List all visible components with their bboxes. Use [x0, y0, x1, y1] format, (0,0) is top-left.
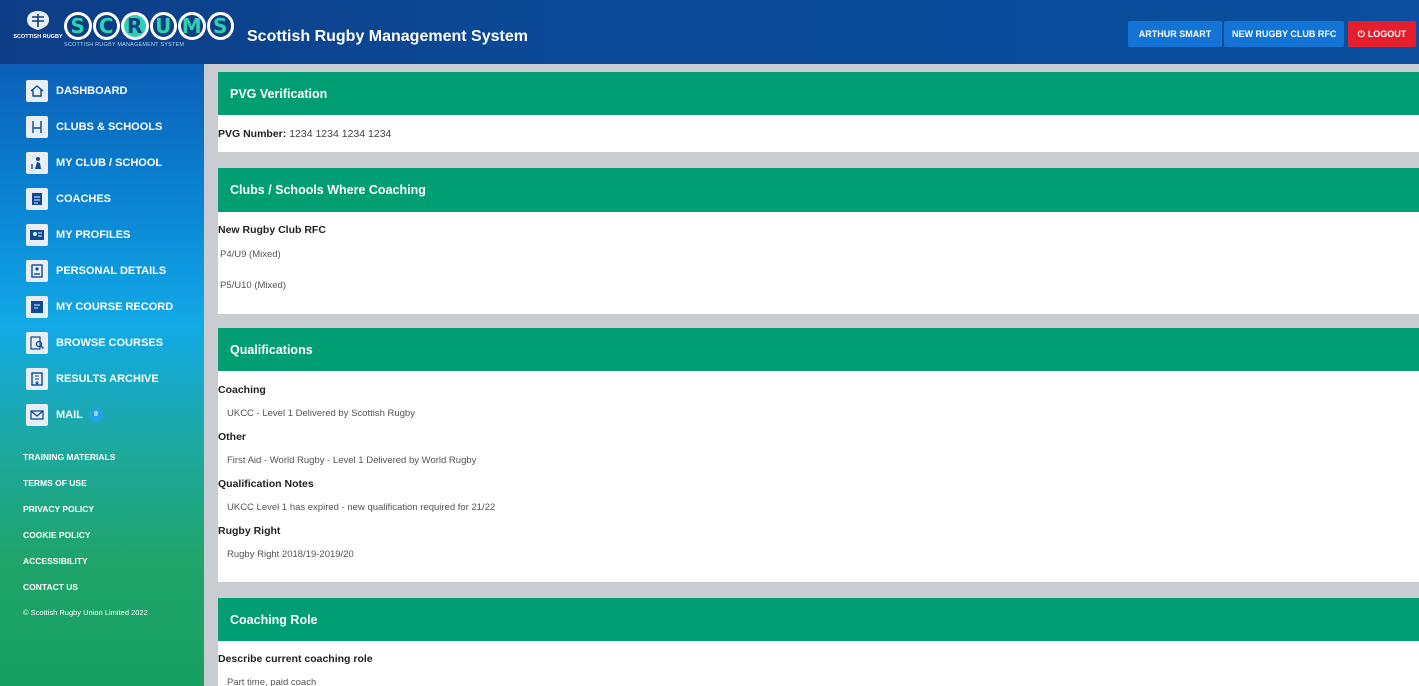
qualification-section-label: Rugby Right [218, 525, 281, 537]
logo-tagline: SCOTTISH RUGBY MANAGEMENT SYSTEM [64, 42, 185, 48]
team-item: P4/U9 (Mixed) [220, 249, 281, 260]
cookie-policy-link[interactable]: COOKIE POLICY [23, 530, 91, 540]
coaching-role-panel-title: Coaching Role [230, 612, 318, 627]
clipboard-icon [26, 188, 48, 210]
player-icon [26, 152, 48, 174]
club-name: New Rugby Club RFC [218, 224, 326, 236]
logo-letter: C [92, 12, 120, 40]
sidebar-item-label: MAIL [56, 409, 83, 421]
accessibility-link[interactable]: ACCESSIBILITY [23, 556, 88, 566]
sidebar-item-dashboard[interactable]: DASHBOARD [26, 80, 128, 102]
logo-letter: M [178, 12, 206, 40]
logo-letter: U [149, 12, 177, 40]
course-record-icon [26, 296, 48, 318]
logo-letter: R [121, 12, 149, 40]
privacy-policy-link[interactable]: PRIVACY POLICY [23, 504, 94, 514]
sidebar-item-mail[interactable]: MAIL 0 [26, 404, 103, 426]
sidebar-item-label: DASHBOARD [56, 85, 128, 97]
mail-count-badge: 0 [88, 408, 103, 422]
qualification-section-label: Other [218, 431, 247, 443]
sidebar-item-my-profiles[interactable]: MY PROFILES [26, 224, 130, 246]
copyright-text: © Scottish Rugby Union Limited 2022 [23, 608, 148, 617]
team-item: P5/U10 (Mixed) [220, 280, 286, 291]
club-button[interactable]: NEW RUGBY CLUB RFC [1224, 21, 1344, 47]
terms-of-use-link[interactable]: TERMS OF USE [23, 478, 87, 488]
contact-us-link[interactable]: CONTACT US [23, 582, 78, 592]
logo-letter: S [64, 12, 92, 40]
pvg-number: PVG Number: 1234 1234 1234 1234 [218, 128, 391, 140]
training-materials-link[interactable]: TRAINING MATERIALS [23, 452, 115, 462]
sidebar-item-my-club-school[interactable]: MY CLUB / SCHOOL [26, 152, 162, 174]
sidebar-item-label: RESULTS ARCHIVE [56, 373, 159, 385]
pvg-panel: PVG Verification PVG Number: 1234 1234 1… [218, 72, 1419, 152]
logout-label: LOGOUT [1367, 29, 1407, 39]
search-document-icon [26, 332, 48, 354]
pvg-number-label: PVG Number: [218, 128, 287, 140]
coaching-role-question: Describe current coaching role [218, 653, 373, 665]
qualification-section-label: Qualification Notes [218, 478, 314, 490]
sidebar-item-my-course-record[interactable]: MY COURSE RECORD [26, 296, 173, 318]
qualifications-panel: Qualifications Coaching UKCC - Level 1 D… [218, 328, 1419, 582]
house-icon [26, 80, 48, 102]
sidebar-item-label: PERSONAL DETAILS [56, 265, 167, 277]
logout-button[interactable]: ⏻ LOGOUT [1348, 21, 1416, 47]
clubs-panel-title: Clubs / Schools Where Coaching [230, 183, 426, 197]
clubs-panel-header: Clubs / Schools Where Coaching [218, 168, 1419, 212]
sidebar-item-label: COACHES [56, 193, 112, 205]
sidebar-item-coaches[interactable]: COACHES [26, 188, 111, 210]
rugby-posts-icon [26, 116, 48, 138]
sidebar-item-label: MY PROFILES [56, 229, 131, 241]
clubs-panel: Clubs / Schools Where Coaching New Rugby… [218, 168, 1419, 314]
power-icon: ⏻ [1357, 29, 1365, 39]
sidebar-item-label: CLUBS & SCHOOLS [56, 121, 163, 133]
scrums-logo[interactable]: S C R U M S SCOTTISH RUGBY MANAGEMENT SY… [64, 12, 234, 56]
coaching-role-panel-header: Coaching Role [218, 598, 1419, 641]
pvg-panel-header: PVG Verification [218, 72, 1419, 115]
user-button[interactable]: ARTHUR SMART [1128, 21, 1222, 47]
sidebar-item-label: BROWSE COURSES [56, 337, 163, 349]
scottish-rugby-crest-icon[interactable]: SCOTTISH RUGBY [13, 8, 63, 58]
top-bar: SCOTTISH RUGBY S C R U M S SCOTTISH RUGB… [0, 0, 1419, 64]
qualifications-panel-header: Qualifications [218, 328, 1419, 371]
qualification-section-value: First Aid - World Rugby - Level 1 Delive… [227, 455, 477, 466]
qualification-section-label: Coaching [218, 384, 266, 396]
pvg-number-value: 1234 1234 1234 1234 [289, 128, 392, 140]
sidebar-item-personal-details[interactable]: PERSONAL DETAILS [26, 260, 166, 282]
coaching-role-panel: Coaching Role Describe current coaching … [218, 598, 1419, 686]
coaching-role-answer: Part time, paid coach [227, 677, 317, 686]
qualification-section-value: UKCC - Level 1 Delivered by Scottish Rug… [227, 408, 415, 419]
crest-label: SCOTTISH RUGBY [13, 34, 63, 40]
sidebar: DASHBOARD CLUBS & SCHOOLS MY CLUB / SCHO… [0, 64, 204, 686]
sidebar-item-results-archive[interactable]: RESULTS ARCHIVE [26, 368, 159, 390]
qualification-section-value: UKCC Level 1 has expired - new qualifica… [227, 502, 496, 513]
pvg-panel-title: PVG Verification [230, 86, 328, 101]
archive-icon [26, 368, 48, 390]
sidebar-item-label: MY CLUB / SCHOOL [56, 157, 163, 169]
sidebar-item-clubs-schools[interactable]: CLUBS & SCHOOLS [26, 116, 162, 138]
sidebar-item-label: MY COURSE RECORD [56, 301, 174, 313]
logo-letter: S [206, 12, 234, 40]
id-card-icon [26, 260, 48, 282]
envelope-icon [26, 404, 48, 426]
sidebar-item-browse-courses[interactable]: BROWSE COURSES [26, 332, 163, 354]
qualification-section-value: Rugby Right 2018/19-2019/20 [227, 549, 354, 560]
app-title: Scottish Rugby Management System [247, 28, 528, 45]
qualifications-panel-title: Qualifications [230, 342, 313, 357]
profile-icon [26, 224, 48, 246]
